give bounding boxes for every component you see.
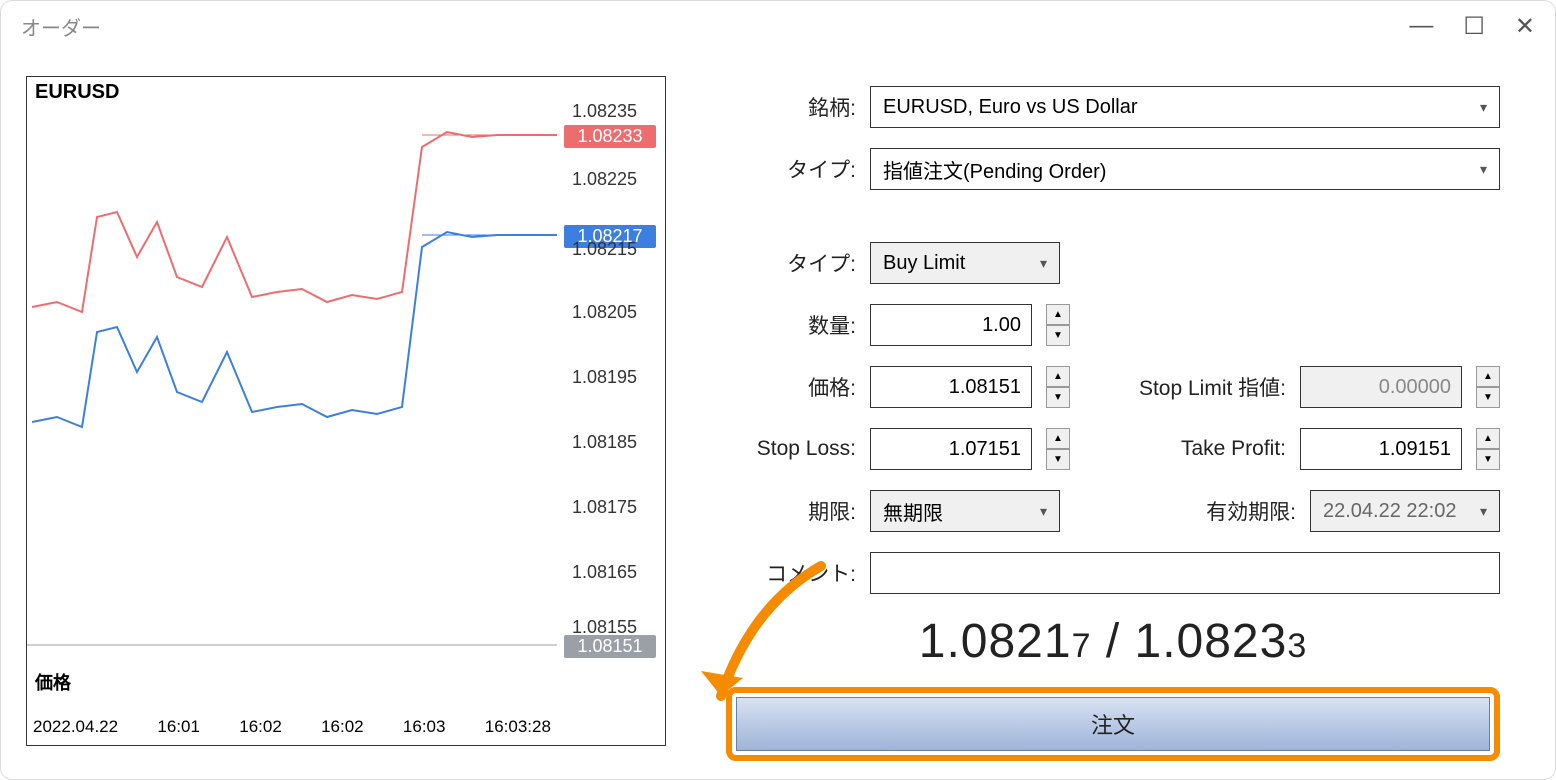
price-spinner[interactable]: ▲ ▼ — [1046, 366, 1070, 408]
window-title: オーダー — [21, 12, 101, 41]
stoploss-input[interactable] — [870, 428, 1032, 470]
chevron-down-icon: ▾ — [1480, 161, 1487, 178]
stoplimit-spinner: ▲ ▼ — [1476, 366, 1500, 408]
expiry-label: 期限: — [726, 496, 856, 526]
stoplimit-label: Stop Limit 指値: — [1116, 372, 1286, 402]
chevron-down-icon: ▾ — [1040, 503, 1047, 520]
expirydate-label: 有効期限: — [1126, 496, 1296, 526]
ordertype-label: タイプ: — [726, 154, 856, 184]
volume-label: 数量: — [726, 310, 856, 340]
pendingtype-label: タイプ: — [726, 248, 856, 278]
bid-ask-display: 1.08217 / 1.08233 — [726, 614, 1500, 669]
comment-input[interactable] — [870, 552, 1500, 594]
x-axis: 2022.04.22 16:01 16:02 16:02 16:03 16:03… — [27, 717, 557, 737]
y-axis: 1.08235 1.08233 1.08225 1.08217 1.08215 … — [562, 77, 662, 687]
minimize-icon[interactable]: — — [1409, 12, 1433, 41]
stoploss-label: Stop Loss: — [726, 437, 856, 461]
price-input[interactable] — [870, 366, 1032, 408]
chevron-down-icon: ▾ — [1480, 99, 1487, 116]
titlebar: オーダー — ☐ ✕ — [1, 1, 1555, 51]
ask-badge: 1.08233 — [564, 125, 656, 148]
maximize-icon[interactable]: ☐ — [1463, 12, 1485, 41]
spin-down-icon[interactable]: ▼ — [1046, 325, 1070, 346]
spin-down-icon[interactable]: ▼ — [1476, 449, 1500, 470]
takeprofit-input[interactable] — [1300, 428, 1462, 470]
symbol-select[interactable]: EURUSD, Euro vs US Dollar ▾ — [870, 86, 1500, 128]
ordertype-select[interactable]: 指値注文(Pending Order) ▾ — [870, 148, 1500, 190]
chart-ylabel: 価格 — [35, 669, 71, 695]
expirydate-select: 22.04.22 22:02 ▾ — [1310, 490, 1500, 532]
takeprofit-spinner[interactable]: ▲ ▼ — [1476, 428, 1500, 470]
order-window: オーダー — ☐ ✕ EURUSD 価格 — [0, 0, 1556, 780]
stoploss-spinner[interactable]: ▲ ▼ — [1046, 428, 1070, 470]
symbol-label: 銘柄: — [726, 92, 856, 122]
price-label: 価格: — [726, 372, 856, 402]
spin-up-icon[interactable]: ▲ — [1476, 428, 1500, 449]
spin-up-icon[interactable]: ▲ — [1046, 366, 1070, 387]
chevron-down-icon: ▾ — [1040, 255, 1047, 272]
spin-up-icon[interactable]: ▲ — [1046, 304, 1070, 325]
orderprice-badge: 1.08151 — [564, 635, 656, 658]
takeprofit-label: Take Profit: — [1116, 437, 1286, 461]
order-form: 銘柄: EURUSD, Euro vs US Dollar ▾ タイプ: 指値注… — [726, 76, 1530, 754]
spin-down-icon: ▼ — [1476, 387, 1500, 408]
volume-spinner[interactable]: ▲ ▼ — [1046, 304, 1070, 346]
volume-input[interactable] — [870, 304, 1032, 346]
chevron-down-icon: ▾ — [1480, 503, 1487, 520]
spin-up-icon[interactable]: ▲ — [1046, 428, 1070, 449]
order-button-highlight: 注文 — [726, 687, 1500, 761]
pendingtype-select[interactable]: Buy Limit ▾ — [870, 242, 1060, 284]
price-chart: EURUSD 価格 1.08235 1.08233 1.08225 1.0821… — [26, 76, 666, 746]
order-button[interactable]: 注文 — [736, 697, 1490, 751]
spin-up-icon: ▲ — [1476, 366, 1500, 387]
expiry-select[interactable]: 無期限 ▾ — [870, 490, 1060, 532]
spin-down-icon[interactable]: ▼ — [1046, 387, 1070, 408]
spin-down-icon[interactable]: ▼ — [1046, 449, 1070, 470]
close-icon[interactable]: ✕ — [1515, 12, 1535, 41]
chart-lines — [27, 77, 557, 687]
stoplimit-input — [1300, 366, 1462, 408]
comment-label: コメント: — [726, 558, 856, 588]
